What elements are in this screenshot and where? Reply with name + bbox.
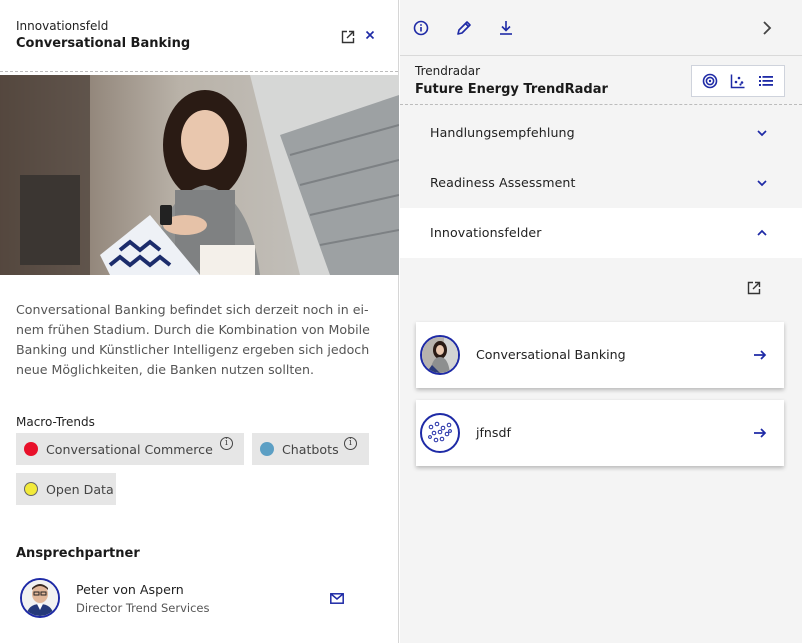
contact-name: Peter von Aspern <box>76 582 184 597</box>
accordion-innovationsfelder[interactable]: Innovationsfelder <box>400 208 802 258</box>
open-external-icon[interactable] <box>747 281 761 295</box>
detail-description: Conversational Banking befindet sich der… <box>16 302 370 377</box>
avatar <box>20 578 60 618</box>
scatter-view-icon[interactable] <box>730 73 746 89</box>
hero-image <box>0 75 399 275</box>
innovation-card-label: Conversational Banking <box>476 347 626 362</box>
chevron-right-icon[interactable] <box>758 19 776 37</box>
accordion-label: Innovationsfelder <box>430 225 542 240</box>
chevron-up-icon <box>757 229 767 236</box>
close-icon[interactable] <box>362 27 378 43</box>
info-circle-icon[interactable] <box>412 19 430 37</box>
download-icon[interactable] <box>497 19 515 37</box>
accordion-label: Handlungsempfehlung <box>430 125 575 140</box>
macro-trend-chip[interactable]: Open Data <box>16 473 116 505</box>
trend-color-dot <box>24 482 38 496</box>
contact-role: Director Trend Services <box>76 601 210 615</box>
accordion-label: Readiness Assessment <box>430 175 576 190</box>
trendradar-header: Trendradar Future Energy TrendRadar <box>400 57 802 105</box>
trend-color-dot <box>24 442 38 456</box>
detail-header: Innovationsfeld Conversational Banking <box>0 0 398 72</box>
trendradar-title: Future Energy TrendRadar <box>415 82 608 97</box>
chevron-down-icon <box>757 180 767 187</box>
macro-trend-label: Conversational Commerce <box>46 441 213 457</box>
open-external-icon[interactable] <box>341 30 355 44</box>
innovation-card-label: jfnsdf <box>476 425 511 440</box>
innovationsfelder-content: Conversational Banking jfnsdf <box>400 258 802 643</box>
info-icon[interactable]: i <box>344 437 357 450</box>
macro-trend-label: Chatbots <box>282 441 339 457</box>
chevron-down-icon <box>757 130 767 137</box>
trendradar-panel: Trendradar Future Energy TrendRadar Hand… <box>400 0 802 643</box>
macro-trend-chip[interactable]: Chatbots i <box>252 433 369 465</box>
network-icon <box>420 413 460 453</box>
contact-heading: Ansprechpartner <box>16 546 140 561</box>
trendradar-subtitle: Trendradar <box>415 64 481 78</box>
radar-view-icon[interactable] <box>702 73 718 89</box>
macro-trend-label: Open Data <box>46 481 114 497</box>
macro-trends-label: Macro-Trends <box>16 415 95 429</box>
list-view-icon[interactable] <box>758 73 774 89</box>
macro-trend-chip[interactable]: Conversational Commerce i <box>16 433 244 465</box>
arrow-right-icon[interactable] <box>753 427 767 439</box>
arrow-right-icon[interactable] <box>753 349 767 361</box>
innovation-card[interactable]: Conversational Banking <box>416 322 784 388</box>
innovation-thumbnail <box>420 335 460 375</box>
innovation-detail-panel: Innovationsfeld Conversational Banking C… <box>0 0 399 643</box>
accordion-handlungsempfehlung[interactable]: Handlungsempfehlung <box>400 108 802 158</box>
innovation-card[interactable]: jfnsdf <box>416 400 784 466</box>
trend-color-dot <box>260 442 274 456</box>
pencil-icon[interactable] <box>455 19 473 37</box>
mail-icon[interactable] <box>330 593 344 604</box>
toolbar <box>400 0 802 56</box>
accordion-readiness-assessment[interactable]: Readiness Assessment <box>400 158 802 208</box>
info-icon[interactable]: i <box>220 437 233 450</box>
view-switcher <box>691 65 785 97</box>
